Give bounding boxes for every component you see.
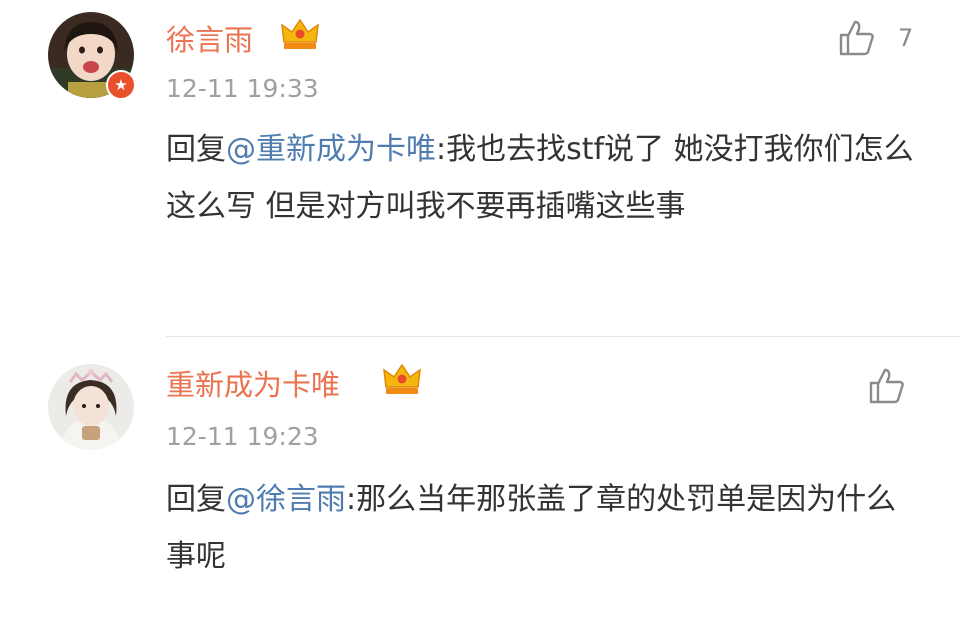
comment-timestamp: 12-11 19:23 [166,422,319,451]
avatar-photo [48,364,134,450]
mention-link[interactable]: @重新成为卡唯 [226,132,436,167]
crown-icon [383,363,421,394]
comment-divider [166,336,960,337]
crown-icon [281,18,319,49]
comment-body: 回复@重新成为卡唯:我也去找stf说了 她没打我你们怎么这么写 但是对方叫我不要… [166,121,926,235]
mention-link[interactable]: @徐言雨 [226,482,346,517]
comment-timestamp: 12-11 19:33 [166,74,319,103]
comment-body: 回复@徐言雨:那么当年那张盖了章的处罚单是因为什么事呢 [166,471,926,585]
like-icon[interactable] [836,18,876,58]
comment-item: 重新成为卡唯 12-11 19:23 回复@徐言雨:那么当年那张盖了章的处罚单是… [0,338,960,619]
comment-username[interactable]: 重新成为卡唯 [166,362,340,404]
verified-badge-icon: ★ [106,70,136,100]
reply-prefix: 回复 [166,482,226,517]
user-avatar[interactable] [48,364,134,450]
comment-item: ★ 徐言雨 12-11 19:33 7 回复@重新成为卡唯:我也去找stf说了 … [0,0,960,337]
like-count: 7 [898,24,914,52]
reply-prefix: 回复 [166,132,226,167]
like-icon[interactable] [866,366,906,406]
comment-username[interactable]: 徐言雨 [166,17,253,59]
